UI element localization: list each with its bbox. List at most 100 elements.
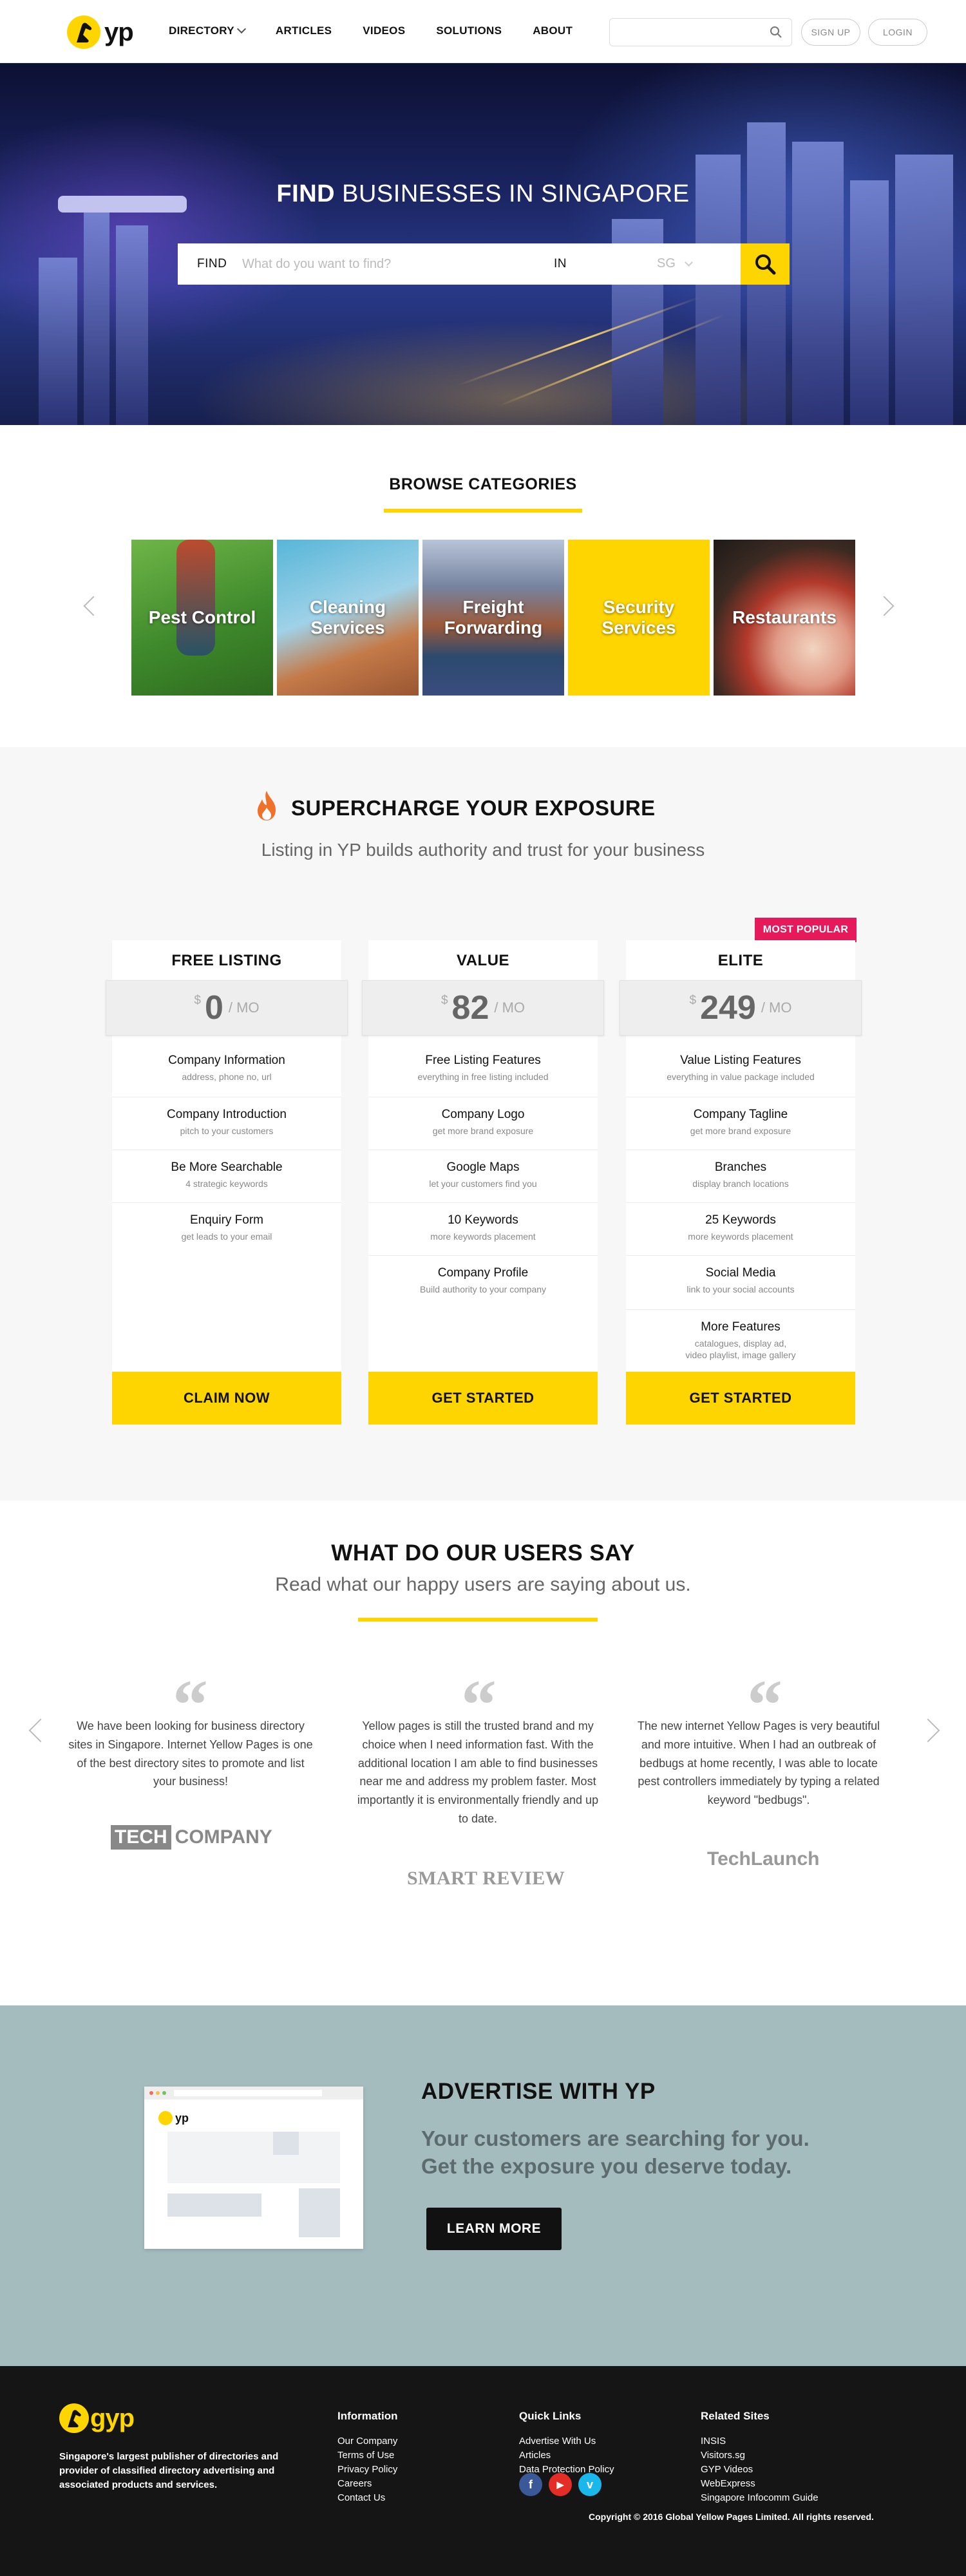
plan-name: FREE LISTING [171,952,282,969]
fire-icon [258,791,276,820]
plan-feature: Be More Searchable 4 strategic keywords [112,1150,341,1203]
plan-feature: Branches display branch locations [626,1150,855,1203]
footer-logo-text: gyp [90,2403,135,2432]
signup-button[interactable]: SIGN UP [801,19,860,46]
footer-link[interactable]: Visitors.sg [701,2448,819,2463]
footer-link[interactable]: GYP Videos [701,2463,819,2477]
logo-text: yp [104,17,134,46]
get-started-button-value[interactable]: GET STARTED [368,1372,598,1425]
menu-solutions[interactable]: SOLUTIONS [436,24,502,37]
gyp-logo[interactable]: gyp [59,2403,135,2433]
testimonial-next-arrow[interactable] [916,1718,940,1743]
feature-title: Social Media [705,1266,776,1280]
mock-content-block [273,2132,299,2155]
techlaunch-logo: TechLaunch [707,1848,820,1870]
testimonial-prev-arrow[interactable] [28,1718,53,1743]
youtube-icon[interactable]: ▶ [549,2473,572,2496]
price-box: $ 0 / MO [106,980,348,1036]
testimonials-subtitle: Read what our happy users are saying abo… [275,1574,691,1595]
feature-subtitle: everything in value package included [667,1072,815,1082]
feature-subtitle: more keywords placement [430,1231,536,1242]
heading-underline [358,1618,598,1622]
mock-content-block [299,2188,340,2237]
search-icon[interactable] [770,26,782,39]
footer-link[interactable]: Careers [337,2477,398,2491]
price-box: $ 249 / MO [620,980,862,1036]
price-currency: $ [689,994,697,1007]
tech-company-logo: TECH COMPANY [111,1825,272,1850]
window-dot [162,2091,166,2095]
plan-feature: Company Tagline get more brand exposure [626,1097,855,1150]
category-cleaning-services[interactable]: Cleaning Services [277,540,419,696]
price-box: $ 82 / MO [362,980,604,1036]
vimeo-icon[interactable]: v [578,2473,601,2496]
feature-title: Company Tagline [693,1108,788,1121]
menu-videos[interactable]: VIDEOS [363,24,405,37]
menu-articles-label: ARTICLES [275,24,332,37]
plan-feature: Value Listing Features everything in valu… [626,1045,855,1097]
feature-subtitle: display branch locations [692,1179,789,1189]
find-label: FIND [197,257,227,270]
category-label: Restaurants [732,607,837,627]
hero-title-rest: BUSINESSES IN SINGAPORE [342,180,690,207]
nav-search-input[interactable] [609,18,792,46]
footer-link[interactable]: Singapore Infocomm Guide [701,2491,819,2505]
category-restaurants[interactable]: Restaurants [714,540,855,696]
plan-card-free: FREE LISTING $ 0 / MO Company Informatio… [106,940,348,1425]
mock-logo-text: yp [175,2111,189,2125]
footer-link[interactable]: Privacy Policy [337,2463,398,2477]
plan-card-elite: ELITE $ 249 / MO Value Listing Features e… [620,940,862,1425]
footer-link[interactable]: WebExpress [701,2477,819,2491]
footer-link[interactable]: Articles [519,2448,614,2463]
hero-banner: FIND BUSINESSES IN SINGAPORE FIND IN SG [0,63,966,425]
get-started-button-elite[interactable]: GET STARTED [626,1372,855,1425]
footer-column-related-sites: Related Sites INSIS Visitors.sg GYP Vide… [701,2410,819,2505]
login-button[interactable]: LOGIN [868,19,927,46]
category-freight-forwarding[interactable]: Freight Forwarding [422,540,564,696]
location-select[interactable]: SG [657,256,693,271]
footer-column-heading: Information [337,2410,398,2422]
search-button[interactable] [741,243,790,285]
plan-feature: Social Media link to your social accounts [626,1256,855,1310]
footer-link[interactable]: Contact Us [337,2491,398,2505]
feature-title: Free Listing Features [425,1054,541,1067]
learn-more-button[interactable]: LEARN MORE [426,2208,562,2250]
in-label: IN [554,257,567,270]
walking-fingers-icon [59,2403,89,2433]
pricing-subtitle: Listing in YP builds authority and trust… [261,840,705,860]
footer-link[interactable]: Terms of Use [337,2448,398,2463]
footer-link[interactable]: INSIS [701,2434,819,2448]
claim-now-button[interactable]: CLAIM NOW [112,1372,341,1425]
category-pest-control[interactable]: Pest Control [131,540,273,696]
category-security-services[interactable]: Security Services [568,540,710,696]
testimonial-text: The new internet Yellow Pages is very be… [637,1719,880,1807]
skyline-building [116,225,148,425]
hero-title-bold: FIND [276,180,336,207]
carousel-prev-arrow[interactable] [83,596,104,616]
footer-link[interactable]: Our Company [337,2434,398,2448]
carousel-next-arrow[interactable] [874,596,895,616]
feature-subtitle: get more brand exposure [432,1126,534,1136]
yp-logo[interactable]: yp [67,14,134,50]
facebook-icon[interactable]: f [519,2473,542,2496]
feature-subtitle: let your customers find you [429,1179,537,1189]
menu-articles[interactable]: ARTICLES [276,24,332,37]
hero-title: FIND BUSINESSES IN SINGAPORE [0,180,966,208]
menu-about[interactable]: ABOUT [533,24,573,37]
footer-column-heading: Quick Links [519,2410,582,2422]
find-input[interactable] [242,250,538,278]
most-popular-badge: MOST POPULAR [755,918,857,942]
feature-subtitle: everything in free listing included [417,1072,549,1082]
plan-feature: Company Logo get more brand exposure [368,1097,598,1150]
price-period: / MO [494,999,526,1016]
footer-column-quick-links: Quick Links Advertise With Us Articles D… [519,2410,614,2477]
plan-feature: Company Introduction pitch to your custom… [112,1097,341,1150]
menu-directory[interactable]: DIRECTORY [169,24,246,37]
plan-feature: 10 Keywords more keywords placement [368,1203,598,1256]
social-links: f ▶ v [519,2473,608,2496]
plan-feature: 25 Keywords more keywords placement [626,1203,855,1256]
menu-solutions-label: SOLUTIONS [436,24,502,37]
feature-title: More Features [701,1320,781,1334]
feature-subtitle: address, phone no, url [182,1072,272,1082]
footer-link[interactable]: Advertise With Us [519,2434,614,2448]
